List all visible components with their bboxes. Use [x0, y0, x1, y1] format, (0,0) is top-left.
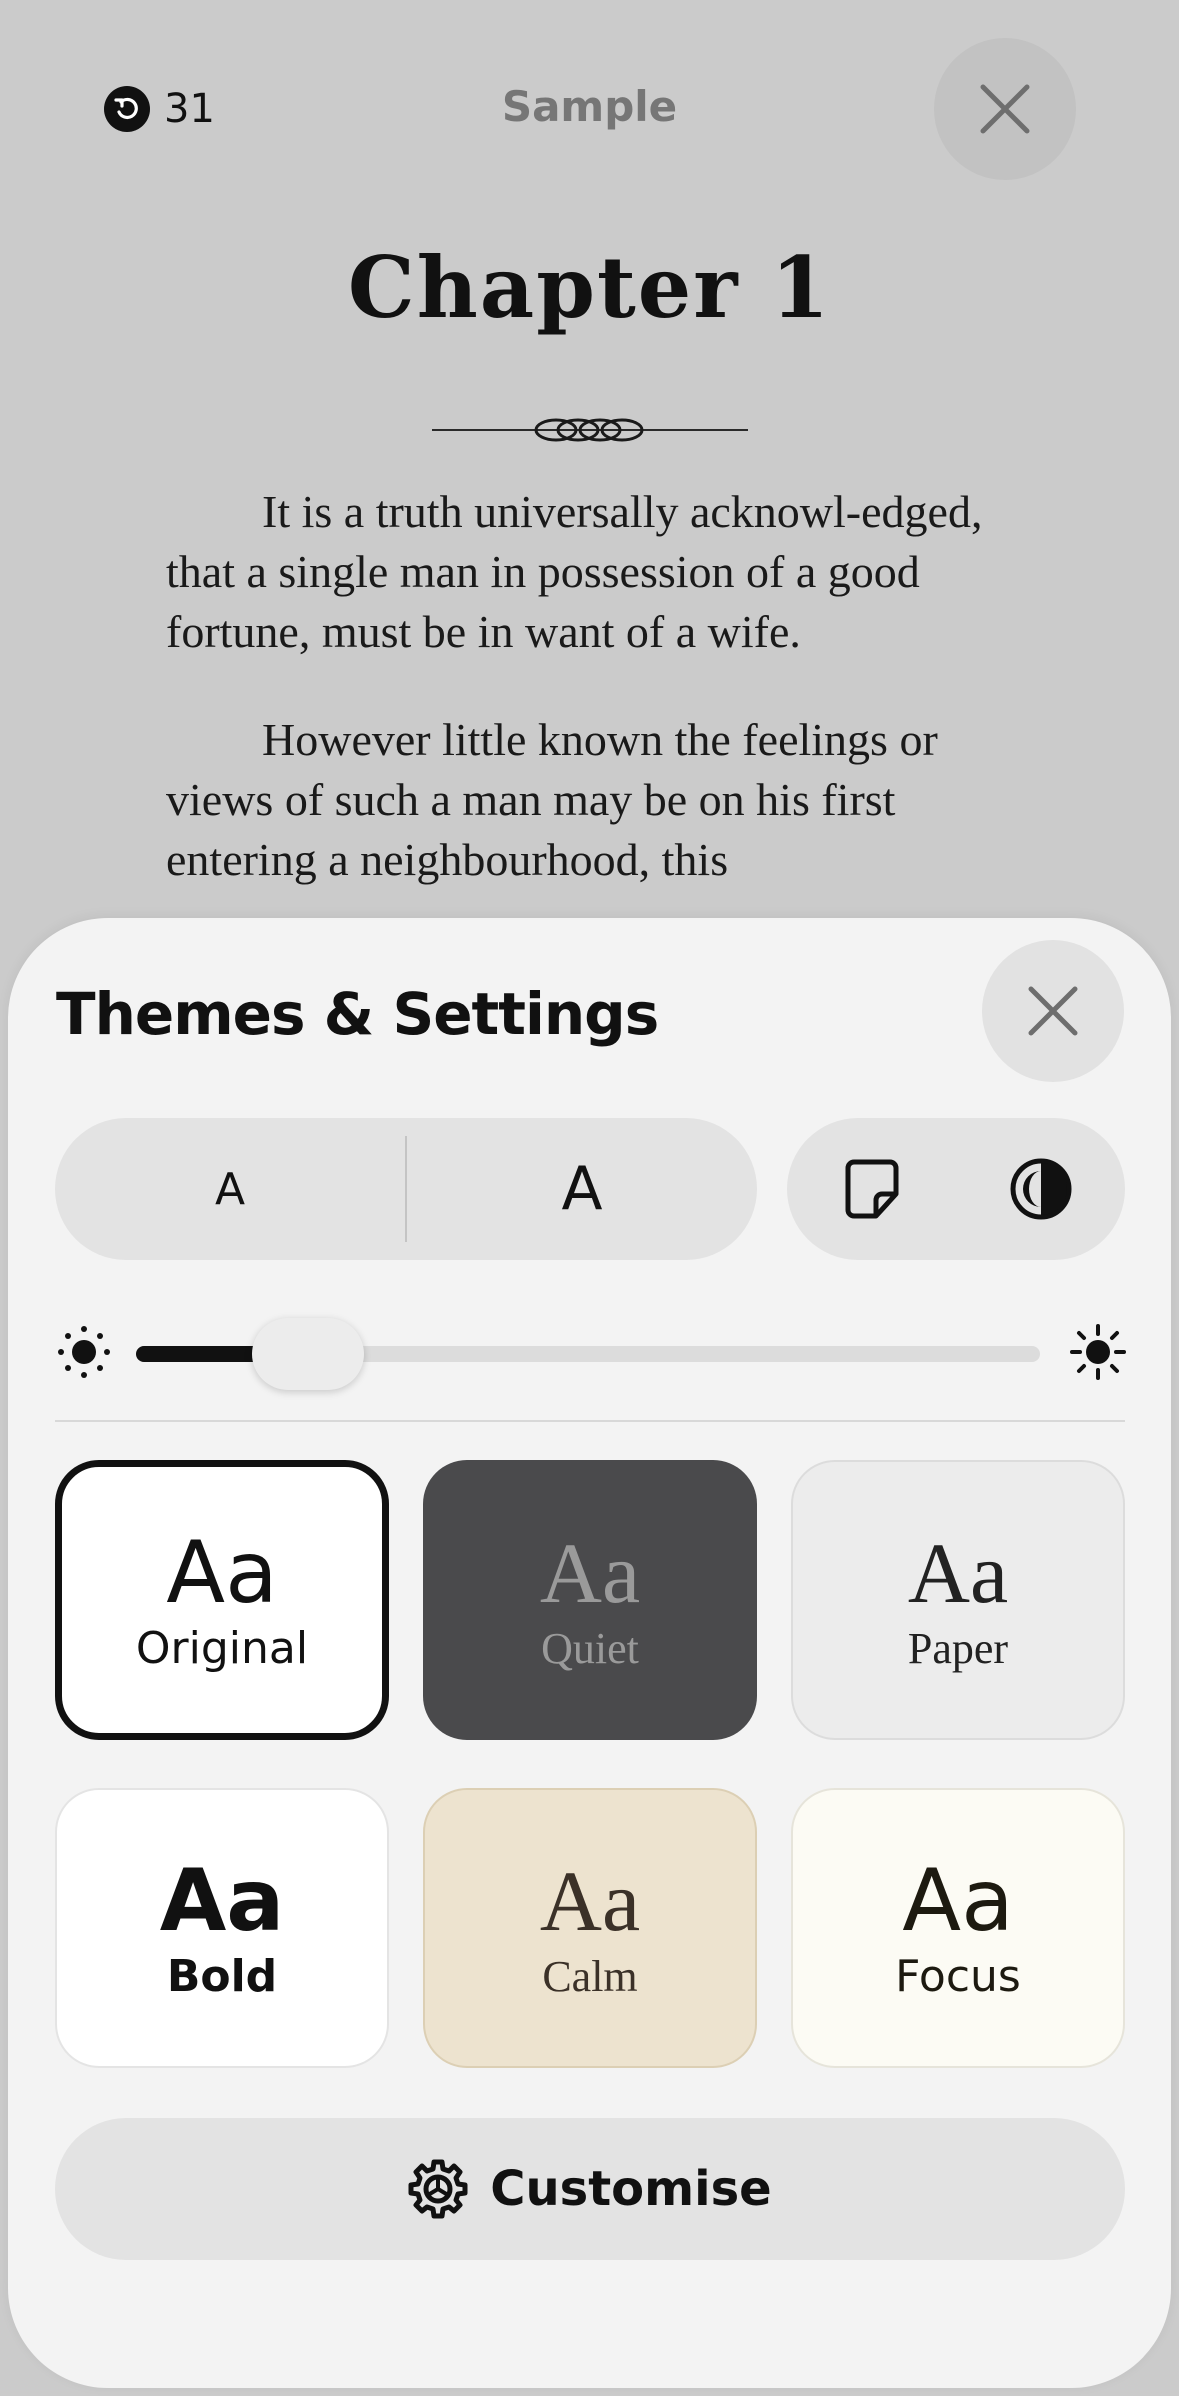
theme-sample: Aa	[166, 1523, 278, 1623]
paragraph: However little known the feelings or vie…	[166, 714, 938, 885]
theme-name: Paper	[907, 1624, 1009, 1673]
close-icon	[980, 84, 1030, 134]
appearance-button[interactable]	[956, 1118, 1125, 1260]
theme-name: Original	[135, 1623, 309, 1674]
brightness-slider[interactable]	[136, 1318, 1040, 1390]
theme-name: Calm	[542, 1952, 638, 2001]
customise-label: Customise	[490, 2161, 772, 2217]
brightness-control	[56, 1308, 1126, 1398]
page-icon	[845, 1159, 898, 1219]
theme-sample: Aa	[902, 1851, 1014, 1951]
font-size-control: A A	[55, 1118, 757, 1260]
close-sheet-button[interactable]	[982, 940, 1124, 1082]
theme-focus[interactable]: Aa Focus	[791, 1788, 1125, 2068]
decrease-font-size-button[interactable]: A	[55, 1118, 405, 1260]
decrease-font-label: A	[214, 1163, 246, 1215]
theme-name: Bold	[166, 1951, 278, 2002]
theme-sample: Aa	[159, 1851, 285, 1951]
close-icon	[1028, 986, 1078, 1036]
customise-button[interactable]: Customise	[55, 2118, 1125, 2260]
theme-calm[interactable]: Aa Calm	[423, 1788, 757, 2068]
theme-sample: Aa	[539, 1525, 641, 1621]
theme-paper[interactable]: Aa Paper	[791, 1460, 1125, 1740]
chapter-ornament-icon	[432, 418, 748, 442]
chapter-title: Chapter 1	[347, 238, 832, 337]
brightness-thumb[interactable]	[251, 1318, 364, 1390]
theme-original[interactable]: Aa Original	[55, 1460, 389, 1740]
contrast-icon	[1010, 1158, 1071, 1220]
gear-icon	[408, 2159, 468, 2219]
paragraph: It is a truth universally acknowl-edged,…	[166, 486, 983, 657]
layout-appearance-control	[787, 1118, 1125, 1260]
sheet-title: Themes & Settings	[56, 980, 659, 1048]
theme-name: Focus	[895, 1951, 1021, 2002]
theme-name: Quiet	[541, 1624, 639, 1673]
theme-quiet[interactable]: Aa Quiet	[423, 1460, 757, 1740]
sun-large-icon	[1070, 1324, 1126, 1380]
increase-font-size-button[interactable]: A	[407, 1118, 757, 1260]
sun-small-icon	[58, 1326, 110, 1378]
theme-sample: Aa	[907, 1525, 1009, 1621]
themes-settings-sheet: Themes & Settings A A Aa Original Aa Qui…	[8, 918, 1171, 2388]
close-reader-button[interactable]	[934, 38, 1076, 180]
chapter-body: It is a truth universally acknowl-edged,…	[166, 482, 1046, 938]
page-layout-button[interactable]	[787, 1118, 956, 1260]
theme-sample: Aa	[539, 1853, 641, 1949]
theme-bold[interactable]: Aa Bold	[55, 1788, 389, 2068]
increase-font-label: A	[561, 1154, 603, 1224]
divider	[55, 1420, 1125, 1422]
